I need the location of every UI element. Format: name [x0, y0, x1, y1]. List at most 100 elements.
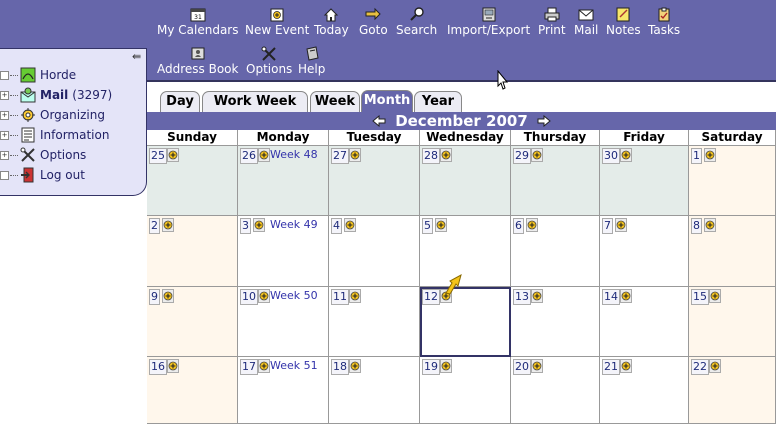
- day-cell[interactable]: 9: [147, 287, 238, 357]
- day-number-link[interactable]: 11: [331, 289, 349, 305]
- tab-week[interactable]: Week: [310, 91, 360, 112]
- day-cell[interactable]: 4: [329, 216, 420, 287]
- day-number-link[interactable]: 13: [513, 289, 531, 305]
- search-button[interactable]: Search: [396, 7, 437, 37]
- tab-month[interactable]: Month: [361, 90, 413, 112]
- day-number-link[interactable]: 15: [691, 289, 709, 305]
- week-link[interactable]: Week 51: [270, 359, 318, 372]
- day-cell[interactable]: 30: [600, 146, 689, 216]
- day-cell[interactable]: 17 Week 51: [238, 357, 329, 424]
- sidebar-item-horde[interactable]: Horde: [0, 66, 76, 84]
- options-button[interactable]: Options: [246, 46, 292, 76]
- notes-button[interactable]: Notes: [606, 7, 641, 37]
- day-cell[interactable]: 1: [689, 146, 776, 216]
- expand-icon[interactable]: +: [0, 130, 9, 140]
- mail-button[interactable]: Mail: [574, 7, 598, 37]
- day-number-link[interactable]: 16: [149, 359, 167, 375]
- day-number-link[interactable]: 27: [331, 148, 349, 164]
- add-event-icon[interactable]: [531, 289, 543, 303]
- add-event-icon[interactable]: [349, 359, 361, 373]
- add-event-icon[interactable]: [620, 359, 632, 373]
- day-number-link[interactable]: 17: [240, 359, 258, 375]
- goto-button[interactable]: Goto: [359, 7, 388, 37]
- next-month-arrow-icon[interactable]: [537, 113, 551, 131]
- tasks-button[interactable]: Tasks: [648, 7, 680, 37]
- day-cell[interactable]: 21: [600, 357, 689, 424]
- day-cell[interactable]: 18: [329, 357, 420, 424]
- add-event-icon[interactable]: [167, 359, 179, 373]
- day-cell[interactable]: 15: [689, 287, 776, 357]
- day-number-link[interactable]: 8: [691, 218, 702, 234]
- expand-icon[interactable]: +: [0, 150, 9, 160]
- day-number-link[interactable]: 22: [691, 359, 709, 375]
- day-number-link[interactable]: 30: [602, 148, 620, 164]
- today-button[interactable]: Today: [314, 7, 349, 37]
- sidebar-item-organizing[interactable]: + Organizing: [0, 106, 105, 124]
- day-cell[interactable]: 20: [511, 357, 600, 424]
- day-number-link[interactable]: 1: [691, 148, 702, 164]
- expand-icon[interactable]: +: [0, 90, 9, 100]
- day-cell[interactable]: 22: [689, 357, 776, 424]
- day-number-link[interactable]: 4: [331, 218, 342, 234]
- day-number-link[interactable]: 19: [422, 359, 440, 375]
- day-number-link[interactable]: 9: [149, 289, 160, 305]
- day-number-link[interactable]: 18: [331, 359, 349, 375]
- add-event-icon[interactable]: [162, 289, 174, 303]
- day-cell[interactable]: 12: [420, 273, 511, 357]
- help-button[interactable]: Help: [298, 46, 325, 76]
- day-number-link[interactable]: 21: [602, 359, 620, 375]
- sidebar-item-options[interactable]: + Options: [0, 146, 86, 164]
- add-event-icon[interactable]: [435, 218, 447, 232]
- day-cell[interactable]: 28: [420, 146, 511, 216]
- address-book-button[interactable]: Address Book: [157, 46, 238, 76]
- day-cell[interactable]: 26 Week 48: [238, 146, 329, 216]
- add-event-icon[interactable]: [344, 218, 356, 232]
- day-number-link[interactable]: 7: [602, 218, 613, 234]
- add-event-icon[interactable]: [526, 218, 538, 232]
- day-cell[interactable]: 25: [147, 146, 238, 216]
- day-cell[interactable]: 6: [511, 216, 600, 287]
- day-cell[interactable]: 3 Week 49: [238, 216, 329, 287]
- day-cell[interactable]: 14: [600, 287, 689, 357]
- pin-icon[interactable]: ⇚: [132, 51, 144, 63]
- previous-month-arrow-icon[interactable]: [372, 113, 386, 131]
- new-event-button[interactable]: New Event: [245, 7, 309, 37]
- add-event-icon[interactable]: [349, 289, 361, 303]
- add-event-icon[interactable]: [258, 289, 270, 303]
- tab-day[interactable]: Day: [160, 91, 200, 112]
- day-cell[interactable]: 2: [147, 216, 238, 287]
- expand-icon[interactable]: +: [0, 110, 9, 120]
- add-event-icon[interactable]: [440, 359, 452, 373]
- day-cell[interactable]: 13: [511, 287, 600, 357]
- add-event-icon[interactable]: [253, 218, 265, 232]
- add-event-icon[interactable]: [709, 359, 721, 373]
- calendars-button[interactable]: 31 My Calendars: [157, 7, 238, 37]
- week-link[interactable]: Week 50: [270, 289, 318, 302]
- week-link[interactable]: Week 48: [270, 148, 318, 161]
- day-cell[interactable]: 29: [511, 146, 600, 216]
- day-number-link[interactable]: 5: [422, 218, 433, 234]
- day-number-link[interactable]: 28: [422, 148, 440, 164]
- day-number-link[interactable]: 14: [602, 289, 620, 305]
- add-event-icon[interactable]: [349, 148, 361, 162]
- import-export-button[interactable]: Import/Export: [447, 7, 530, 37]
- add-event-icon[interactable]: [709, 289, 721, 303]
- add-event-icon[interactable]: [167, 148, 179, 162]
- tab-work-week[interactable]: Work Week: [202, 91, 308, 112]
- day-number-link[interactable]: 29: [513, 148, 531, 164]
- day-cell[interactable]: 7: [600, 216, 689, 287]
- day-number-link[interactable]: 3: [240, 218, 251, 234]
- add-event-icon[interactable]: [620, 289, 632, 303]
- day-number-link[interactable]: 12: [422, 289, 440, 305]
- print-button[interactable]: Print: [538, 7, 566, 37]
- add-event-icon[interactable]: [531, 148, 543, 162]
- day-number-link[interactable]: 6: [513, 218, 524, 234]
- day-cell[interactable]: 16: [147, 357, 238, 424]
- sidebar-item-information[interactable]: + Information: [0, 126, 109, 144]
- add-event-icon[interactable]: [258, 148, 270, 162]
- day-cell[interactable]: 19: [420, 357, 511, 424]
- add-event-icon[interactable]: [620, 148, 632, 162]
- add-event-icon[interactable]: [258, 359, 270, 373]
- add-event-icon[interactable]: [704, 148, 716, 162]
- tab-year[interactable]: Year: [414, 91, 462, 112]
